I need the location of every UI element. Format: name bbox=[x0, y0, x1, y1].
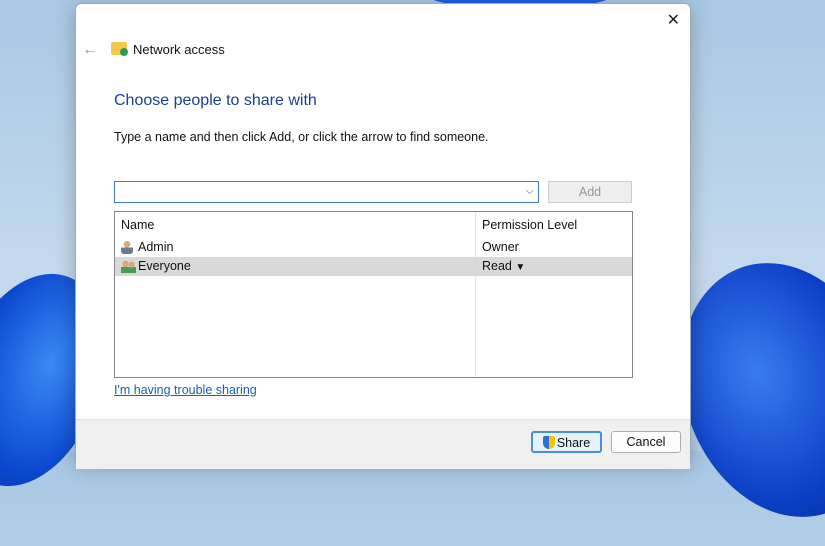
uac-shield-icon bbox=[542, 436, 555, 449]
instruction-text: Type a name and then click Add, or click… bbox=[114, 130, 489, 144]
row-name: Admin bbox=[138, 240, 174, 254]
share-button[interactable]: Share bbox=[531, 431, 602, 453]
share-label: Share bbox=[556, 436, 591, 450]
close-icon[interactable]: ✕ bbox=[667, 10, 680, 30]
add-button[interactable]: Add bbox=[548, 181, 632, 203]
row-name: Everyone bbox=[138, 259, 191, 273]
column-header-permission[interactable]: Permission Level bbox=[482, 218, 577, 232]
user-icon bbox=[121, 241, 133, 254]
dropdown-arrow-icon[interactable]: ▼ bbox=[515, 262, 525, 273]
cancel-button[interactable]: Cancel bbox=[611, 431, 681, 453]
network-access-dialog: ✕ ← Network access Choose people to shar… bbox=[75, 3, 691, 469]
page-heading: Choose people to share with bbox=[114, 92, 317, 109]
column-header-name[interactable]: Name bbox=[121, 218, 154, 232]
group-icon bbox=[121, 260, 136, 273]
window-title: Network access bbox=[133, 42, 225, 57]
row-permission: Read bbox=[482, 259, 512, 273]
back-arrow-icon[interactable]: ← bbox=[82, 41, 98, 59]
list-row-admin[interactable]: Admin Owner bbox=[115, 238, 632, 257]
trouble-sharing-link[interactable]: I'm having trouble sharing bbox=[114, 383, 257, 397]
permission-dropdown[interactable]: Read ▼ bbox=[482, 259, 525, 273]
chevron-down-icon[interactable]: ⌵ bbox=[526, 185, 534, 198]
list-header: Name Permission Level bbox=[115, 212, 632, 238]
row-permission: Owner bbox=[482, 240, 519, 254]
dialog-footer: Share Cancel bbox=[76, 419, 690, 469]
network-folder-icon bbox=[111, 42, 128, 56]
sharing-list: Name Permission Level Admin Owner Everyo… bbox=[114, 211, 633, 378]
list-row-everyone[interactable]: Everyone Read ▼ bbox=[115, 257, 632, 276]
name-combobox[interactable]: ⌵ bbox=[114, 181, 539, 203]
